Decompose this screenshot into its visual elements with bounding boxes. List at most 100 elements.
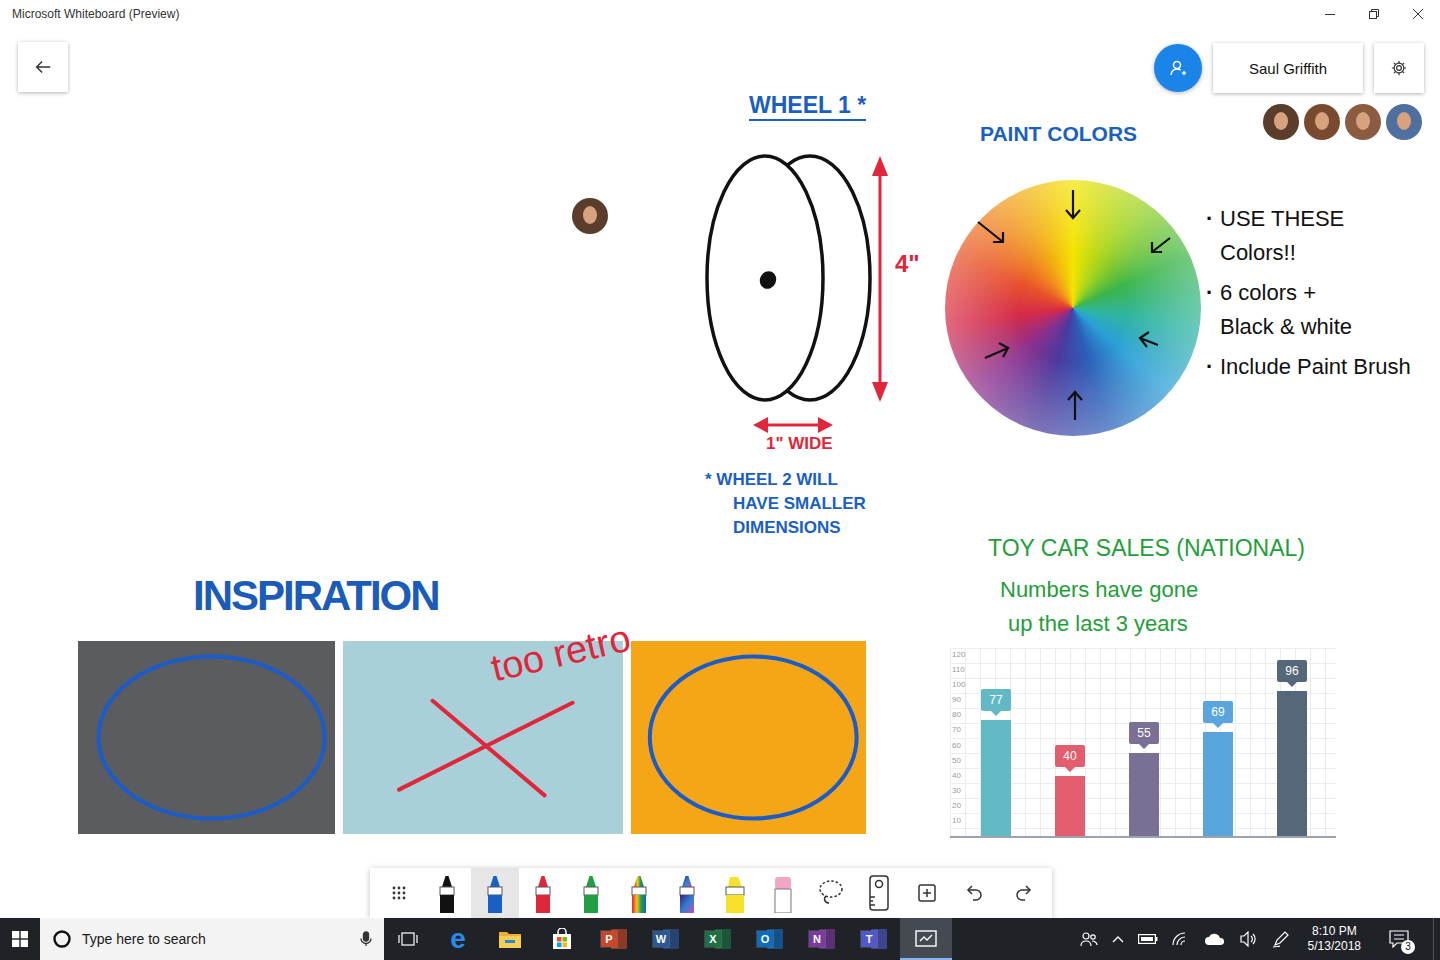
system-tray: 8:10 PM5/13/2018 3	[1074, 918, 1440, 960]
eraser-tool[interactable]	[759, 868, 807, 918]
search-box[interactable]: Type here to search	[40, 918, 384, 960]
bar-column: 69	[1203, 701, 1233, 836]
chevron-up-icon[interactable]	[1112, 935, 1124, 943]
invite-button[interactable]	[1154, 44, 1202, 92]
action-center-button[interactable]: 3	[1379, 918, 1419, 960]
pen-icon	[532, 873, 554, 913]
wheel-note[interactable]: * WHEEL 2 WILLHAVE SMALLERDIMENSIONS	[705, 468, 866, 540]
axis-tick: 80	[952, 710, 961, 720]
note-line: Black & white	[1220, 310, 1352, 344]
windows-ink-icon[interactable]	[1272, 930, 1290, 948]
collaborator-avatar[interactable]	[1263, 104, 1299, 140]
bar-column: 77	[981, 689, 1011, 836]
microphone-icon[interactable]	[360, 931, 372, 947]
ruler-tool[interactable]	[855, 868, 903, 918]
pen-tool[interactable]	[567, 868, 615, 918]
office-app-icon: T	[861, 928, 887, 950]
wheel-title[interactable]: WHEEL 1 *	[749, 92, 866, 121]
wheel-height-label[interactable]: 4"	[895, 250, 920, 278]
office-icon-letter: W	[653, 931, 669, 947]
office-taskbar-button[interactable]: O	[744, 918, 796, 960]
settings-button[interactable]	[1374, 43, 1424, 93]
pen-tool[interactable]	[471, 868, 519, 918]
paint-colors-title[interactable]: PAINT COLORS	[980, 122, 1137, 146]
chart-plot: 1201101009080706050403020107740556996	[950, 655, 1336, 838]
inspiration-images	[78, 641, 866, 834]
chart-bar[interactable]	[1203, 732, 1233, 836]
office-taskbar-button[interactable]: T	[848, 918, 900, 960]
chart-bar[interactable]	[1277, 691, 1307, 836]
axis-tick: 70	[952, 725, 961, 735]
ink-toolbar	[370, 868, 1052, 918]
collaborator-avatar[interactable]	[1345, 104, 1381, 140]
pen-tool[interactable]	[423, 868, 471, 918]
collaborator-avatar[interactable]	[1304, 104, 1340, 140]
sales-chart[interactable]: 1201101009080706050403020107740556996	[950, 648, 1336, 838]
office-taskbar-button[interactable]: P	[588, 918, 640, 960]
bar-column: 55	[1129, 722, 1159, 836]
highlighter-tool[interactable]	[711, 868, 759, 918]
redo-icon	[1013, 883, 1033, 903]
collaborator-avatar[interactable]	[1386, 104, 1422, 140]
galaxy-pen-icon	[676, 873, 698, 913]
galaxy-pen-tool[interactable]	[663, 868, 711, 918]
show-desktop-button[interactable]	[1433, 918, 1440, 960]
whiteboard-canvas[interactable]: Saul Griffith WHEEL 1 * 4" 1" WIDE * WHEEL 2…	[0, 28, 1440, 918]
ink-mark	[631, 641, 866, 834]
window-controls	[1308, 0, 1440, 28]
back-button[interactable]	[18, 42, 68, 92]
start-button[interactable]	[0, 918, 40, 960]
close-button[interactable]	[1396, 0, 1440, 28]
lasso-tool[interactable]	[807, 868, 855, 918]
bar-value-label: 69	[1203, 701, 1233, 723]
axis-tick: 40	[952, 771, 961, 781]
chart-bar[interactable]	[1055, 776, 1085, 836]
axis-tick: 50	[952, 756, 961, 766]
note-line: HAVE SMALLER	[733, 492, 866, 516]
onedrive-cloud-icon[interactable]	[1204, 932, 1226, 946]
volume-icon[interactable]	[1240, 931, 1258, 947]
grid-tool[interactable]	[375, 868, 423, 918]
note-item: ·6 colors +Black & white	[1206, 276, 1411, 344]
battery-icon[interactable]	[1138, 934, 1158, 944]
rainbow-pen-tool[interactable]	[615, 868, 663, 918]
office-taskbar-button[interactable]: X	[692, 918, 744, 960]
edge-taskbar-button[interactable]: e	[432, 918, 484, 960]
explorer-taskbar-button[interactable]	[484, 918, 536, 960]
note-line: Colors!!	[1220, 236, 1344, 270]
chart-bar[interactable]	[1129, 753, 1159, 836]
whiteboard-taskbar-button[interactable]	[900, 918, 952, 960]
note-item: ·USE THESEColors!!	[1206, 202, 1411, 270]
sales-title[interactable]: TOY CAR SALES (NATIONAL)	[988, 533, 1305, 563]
window-title: Microsoft Whiteboard (Preview)	[0, 7, 179, 21]
sales-note[interactable]: Numbers have goneup the last 3 years	[1000, 573, 1198, 641]
color-wheel[interactable]	[945, 180, 1201, 436]
user-button[interactable]: Saul Griffith	[1213, 43, 1363, 93]
restore-button[interactable]	[1352, 0, 1396, 28]
axis-tick: 30	[952, 786, 961, 796]
office-taskbar-button[interactable]: N	[796, 918, 848, 960]
office-taskbar-button[interactable]: W	[640, 918, 692, 960]
clock[interactable]: 8:10 PM5/13/2018	[1304, 924, 1365, 954]
minimize-button[interactable]	[1308, 0, 1352, 28]
redo-tool[interactable]	[999, 868, 1047, 918]
wheel-sketch[interactable]	[700, 150, 892, 434]
inspiration-photo[interactable]	[78, 641, 335, 834]
bar-value-label: 55	[1129, 722, 1159, 744]
pen-tool[interactable]	[519, 868, 567, 918]
task-view-taskbar-button[interactable]	[384, 918, 432, 960]
bar-value-label: 77	[981, 689, 1011, 711]
wifi-icon[interactable]	[1172, 932, 1190, 946]
bar-column: 96	[1277, 660, 1307, 836]
add-tool[interactable]	[903, 868, 951, 918]
store-taskbar-button[interactable]	[536, 918, 588, 960]
inspiration-title[interactable]: INSPIRATION	[193, 572, 439, 620]
chart-bar[interactable]	[981, 720, 1011, 836]
people-icon[interactable]	[1080, 931, 1098, 947]
paint-notes[interactable]: ·USE THESEColors!!·6 colors +Black & whi…	[1206, 202, 1411, 390]
inspiration-photo[interactable]	[631, 641, 866, 834]
bullet: ·	[1206, 202, 1220, 270]
wheel-width-label[interactable]: 1" WIDE	[766, 434, 833, 454]
undo-tool[interactable]	[951, 868, 999, 918]
note-line: Include Paint Brush	[1220, 350, 1411, 384]
